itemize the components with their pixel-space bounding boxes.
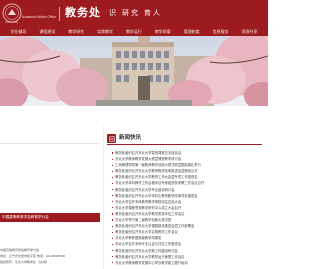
news-item-title[interactable]: 东北大学教师教学发展中心举办教学能力提升培训 xyxy=(115,260,188,266)
left-section-heading xyxy=(0,133,100,142)
bullet-icon xyxy=(112,249,114,252)
footer-line-3[interactable]: 版权所有：东北大学教务处 【关闭】 xyxy=(0,260,110,265)
nav-item-teaching-quality[interactable]: 教学质量 xyxy=(155,27,171,36)
bullet-icon xyxy=(112,237,114,239)
bullet-icon xyxy=(112,225,114,227)
left-banner-bar-label[interactable]: 中国高等教育学会教育学分会 xyxy=(2,215,49,220)
news-title-underline xyxy=(107,144,262,145)
bullet-icon xyxy=(112,213,114,215)
news-header: 新闻快讯 xyxy=(107,134,141,143)
logo-english-name: Academic Affairs Office xyxy=(22,15,56,19)
campus-banner-image[interactable] xyxy=(0,36,268,106)
nav-item-resource-sharing[interactable]: 资源共享 xyxy=(241,27,257,36)
logo-subtitle: University xyxy=(5,20,19,24)
footer-line-1: 中国高等教育学会教育学分会 xyxy=(0,248,40,252)
site-motto: 识 研究 育人 xyxy=(109,10,162,17)
bullet-icon xyxy=(112,158,114,160)
bullet-icon xyxy=(112,176,114,179)
bullet-icon xyxy=(112,219,114,221)
bullet-icon xyxy=(112,152,114,154)
header-divider xyxy=(59,7,60,21)
footer-line-2: 地址：辽宁省沈阳市和平区 电话：024-83687000 xyxy=(0,254,66,258)
bullet-icon xyxy=(112,189,114,191)
left-section-divider xyxy=(0,143,100,144)
bullet-icon xyxy=(112,164,114,166)
news-list: 教务处组织召开东北大学智慧课程交流座谈会 东北大学教师教学发展大赛暨课堂教学研讨… xyxy=(112,150,260,266)
nav-item-practice-teaching[interactable]: 实践教学 xyxy=(97,27,113,36)
main-nav: 学业辅导 课程建设 教学研究 实践教学 教学运行 教学质量 管理制度 信息服务 … xyxy=(0,27,268,36)
bullet-icon xyxy=(112,256,114,258)
nav-item-teaching-research[interactable]: 教学研究 xyxy=(68,27,84,36)
news-icon xyxy=(107,134,116,143)
bullet-icon xyxy=(112,207,114,209)
news-item[interactable]: 东北大学教师教学发展中心举办教学能力提升培训 xyxy=(112,260,260,266)
bullet-icon xyxy=(112,262,114,264)
site-header: Academic Affairs Office University 教务处 识… xyxy=(0,0,268,27)
nav-item-academic-guidance[interactable]: 学业辅导 xyxy=(10,27,26,36)
bullet-icon xyxy=(112,231,114,233)
news-title[interactable]: 新闻快讯 xyxy=(119,134,141,143)
bullet-icon xyxy=(112,182,114,185)
site-title[interactable]: 教务处 xyxy=(65,7,101,20)
nav-item-course-building[interactable]: 课程建设 xyxy=(39,27,55,36)
nav-item-teaching-operation[interactable]: 教学运行 xyxy=(126,27,142,36)
bullet-icon xyxy=(112,243,114,246)
bullet-icon xyxy=(112,201,114,203)
bullet-icon xyxy=(112,195,114,197)
nav-item-info-service[interactable]: 信息服务 xyxy=(213,27,229,36)
bullet-icon xyxy=(112,170,114,172)
nav-item-regulations[interactable]: 管理制度 xyxy=(184,27,200,36)
